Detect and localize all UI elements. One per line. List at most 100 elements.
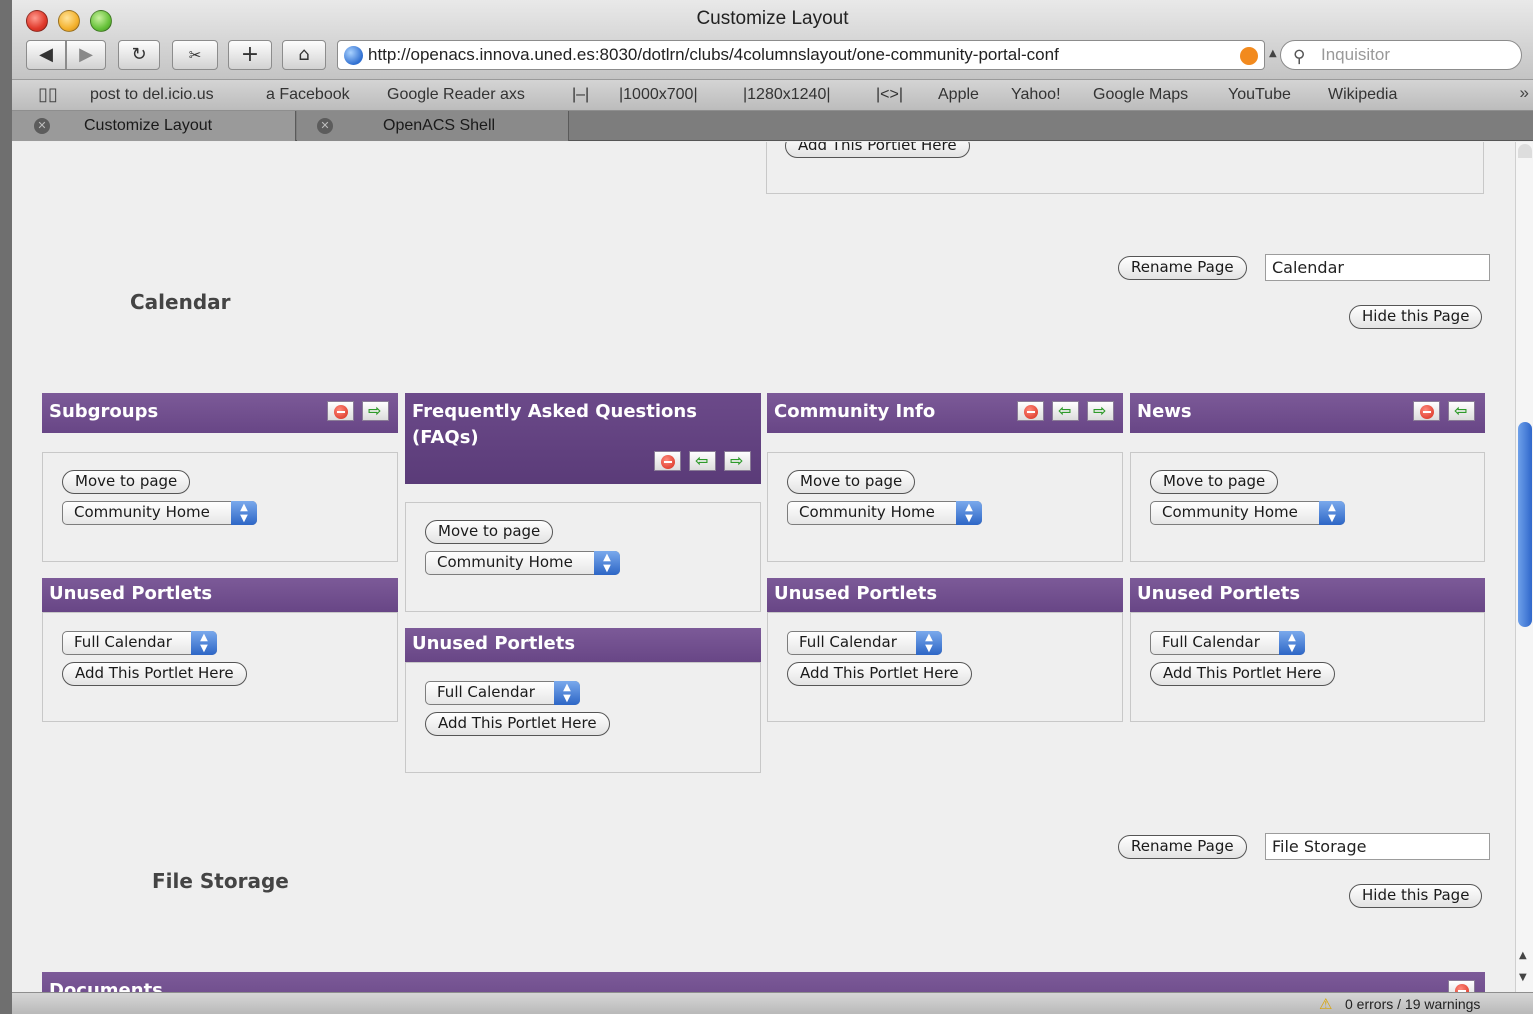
rename-page-button[interactable]: Rename Page bbox=[1118, 835, 1247, 859]
reload-button[interactable]: ↻ bbox=[118, 40, 160, 70]
scrollbar-thumb[interactable] bbox=[1518, 422, 1532, 627]
unused-portlets-header: Unused Portlets bbox=[405, 628, 761, 662]
select-stepper-icon: ▲ ▼ bbox=[191, 631, 217, 655]
rss-icon[interactable] bbox=[1240, 47, 1258, 65]
home-button[interactable]: ⌂ bbox=[282, 40, 326, 70]
bookmark-item[interactable]: YouTube bbox=[1228, 86, 1291, 104]
bookmark-item[interactable]: Yahoo! bbox=[1011, 86, 1061, 104]
move-right-arrow-icon[interactable] bbox=[1087, 401, 1114, 421]
rename-page-button[interactable]: Rename Page bbox=[1118, 256, 1247, 280]
scrollbar-track-top bbox=[1518, 144, 1532, 158]
bookmarks-bar: ▯▯ post to del.icio.us a Facebook Google… bbox=[12, 80, 1533, 111]
unused-portlet-select-value: Full Calendar bbox=[437, 683, 535, 701]
unused-portlet-select[interactable]: Full Calendar ▲ ▼ bbox=[1150, 631, 1305, 655]
page-select[interactable]: Community Home ▲ ▼ bbox=[787, 501, 982, 525]
bookmark-item[interactable]: |1280x1240| bbox=[743, 86, 831, 104]
move-to-page-button[interactable]: Move to page bbox=[425, 520, 554, 544]
unused-portlet-select[interactable]: Full Calendar ▲ ▼ bbox=[787, 631, 942, 655]
portlet-header-documents: Documents bbox=[42, 972, 1485, 992]
browser-toolbar: Customize Layout ◀ ▶ ↻ ✂ + ⌂ http://open… bbox=[12, 0, 1533, 80]
tab-label: OpenACS Shell bbox=[383, 117, 496, 134]
unused-portlet-select-value: Full Calendar bbox=[74, 633, 172, 651]
unused-portlet-select[interactable]: Full Calendar ▲ ▼ bbox=[62, 631, 217, 655]
page-name-field[interactable]: Calendar bbox=[1265, 254, 1490, 281]
move-left-arrow-icon[interactable] bbox=[1448, 401, 1475, 421]
move-right-arrow-icon[interactable] bbox=[362, 401, 389, 421]
add-bookmark-button[interactable]: + bbox=[228, 40, 272, 70]
globe-icon bbox=[344, 46, 363, 65]
bookmark-item[interactable]: |–| bbox=[572, 86, 589, 104]
unused-portlets-header: Unused Portlets bbox=[767, 578, 1123, 612]
add-portlet-button[interactable]: Add This Portlet Here bbox=[785, 142, 970, 158]
move-to-page-button[interactable]: Move to page bbox=[1150, 470, 1279, 494]
add-portlet-button[interactable]: Add This Portlet Here bbox=[787, 662, 972, 686]
close-tab-icon[interactable]: ✕ bbox=[317, 118, 333, 134]
remove-portlet-icon[interactable] bbox=[327, 401, 354, 421]
portlet-title: Frequently Asked Questions (FAQs) bbox=[412, 401, 697, 448]
select-stepper-icon: ▲ ▼ bbox=[1279, 631, 1305, 655]
more-bookmarks-chevron-icon[interactable]: » bbox=[1520, 83, 1529, 103]
warning-icon[interactable]: ⚠ bbox=[1319, 995, 1332, 1013]
unused-portlets-title: Unused Portlets bbox=[774, 583, 938, 604]
hide-page-button[interactable]: Hide this Page bbox=[1349, 305, 1483, 329]
scroll-up-arrow-icon[interactable]: ▲ bbox=[1519, 950, 1527, 961]
remove-portlet-icon[interactable] bbox=[1413, 401, 1440, 421]
page-select-value: Community Home bbox=[74, 503, 210, 521]
move-left-arrow-icon[interactable] bbox=[689, 451, 716, 471]
snippet-button[interactable]: ✂ bbox=[172, 40, 218, 70]
bookmark-item[interactable]: |1000x700| bbox=[619, 86, 698, 104]
unused-portlets-header: Unused Portlets bbox=[42, 578, 398, 612]
move-right-arrow-icon[interactable] bbox=[724, 451, 751, 471]
plus-icon: + bbox=[240, 42, 260, 67]
hide-page-button[interactable]: Hide this Page bbox=[1349, 884, 1483, 908]
page-name-field[interactable]: File Storage bbox=[1265, 833, 1490, 860]
unused-portlet-select-value: Full Calendar bbox=[1162, 633, 1260, 651]
add-portlet-button[interactable]: Add This Portlet Here bbox=[425, 712, 610, 736]
window-title: Customize Layout bbox=[696, 8, 849, 29]
search-placeholder: Inquisitor bbox=[1321, 45, 1390, 64]
move-left-arrow-icon[interactable] bbox=[1052, 401, 1079, 421]
bookmark-item[interactable]: Google Reader axs bbox=[387, 86, 525, 104]
tab-label: Customize Layout bbox=[84, 117, 213, 134]
unused-portlet-select-value: Full Calendar bbox=[799, 633, 897, 651]
tab-customize-layout[interactable]: ✕ Customize Layout bbox=[12, 111, 296, 141]
select-stepper-icon: ▲ ▼ bbox=[554, 681, 580, 705]
forward-button[interactable]: ▶ bbox=[66, 40, 106, 70]
page-select[interactable]: Community Home ▲ ▼ bbox=[1150, 501, 1345, 525]
page-select[interactable]: Community Home ▲ ▼ bbox=[425, 551, 620, 575]
portlet-title: Community Info bbox=[774, 401, 936, 422]
reload-icon: ↻ bbox=[131, 44, 147, 65]
bookmark-item[interactable]: Wikipedia bbox=[1328, 86, 1397, 104]
move-to-page-button[interactable]: Move to page bbox=[62, 470, 191, 494]
address-bar[interactable]: http://openacs.innova.uned.es:8030/dotlr… bbox=[337, 40, 1265, 70]
close-tab-icon[interactable]: ✕ bbox=[34, 118, 50, 134]
scroll-down-arrow-icon[interactable]: ▼ bbox=[1519, 972, 1527, 983]
vertical-scrollbar[interactable]: ▲ ▼ bbox=[1515, 142, 1533, 992]
address-text: http://openacs.innova.uned.es:8030/dotlr… bbox=[368, 45, 1059, 64]
status-text[interactable]: 0 errors / 19 warnings bbox=[1345, 996, 1480, 1012]
add-portlet-button[interactable]: Add This Portlet Here bbox=[1150, 662, 1335, 686]
back-button[interactable]: ◀ bbox=[26, 40, 66, 70]
select-stepper-icon: ▲ ▼ bbox=[594, 551, 620, 575]
bookmark-item[interactable]: Apple bbox=[938, 86, 979, 104]
search-field[interactable]: ⚲ Inquisitor bbox=[1280, 40, 1522, 70]
tab-openacs-shell[interactable]: ✕ OpenACS Shell bbox=[297, 111, 569, 141]
select-stepper-icon: ▲ ▼ bbox=[1319, 501, 1345, 525]
remove-portlet-icon[interactable] bbox=[654, 451, 681, 471]
remove-portlet-icon[interactable] bbox=[1448, 980, 1475, 992]
add-portlet-button[interactable]: Add This Portlet Here bbox=[62, 662, 247, 686]
bookmark-item[interactable]: post to del.icio.us bbox=[90, 86, 214, 104]
bookmark-item[interactable]: |<>| bbox=[876, 86, 903, 104]
unused-portlet-select[interactable]: Full Calendar ▲ ▼ bbox=[425, 681, 580, 705]
url-dropdown-caret-icon[interactable]: ▲ bbox=[1269, 48, 1277, 59]
portlet-title: Documents bbox=[49, 980, 163, 992]
bookmark-item[interactable]: Google Maps bbox=[1093, 86, 1188, 104]
bookmarks-book-icon[interactable]: ▯▯ bbox=[38, 84, 58, 105]
bookmark-item[interactable]: a Facebook bbox=[266, 86, 350, 104]
move-to-page-button[interactable]: Move to page bbox=[787, 470, 916, 494]
page-select-value: Community Home bbox=[437, 553, 573, 571]
remove-portlet-icon[interactable] bbox=[1017, 401, 1044, 421]
page-select[interactable]: Community Home ▲ ▼ bbox=[62, 501, 257, 525]
scissors-icon: ✂ bbox=[188, 46, 202, 64]
browser-window: Customize Layout ◀ ▶ ↻ ✂ + ⌂ http://open… bbox=[12, 0, 1533, 1014]
